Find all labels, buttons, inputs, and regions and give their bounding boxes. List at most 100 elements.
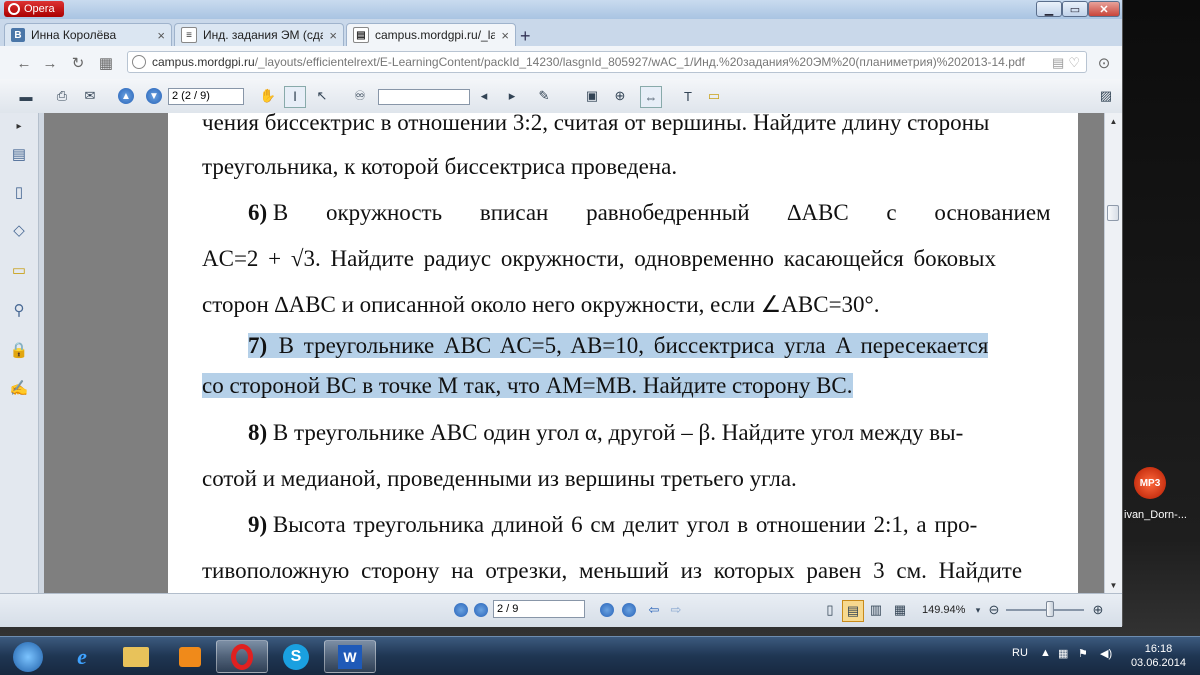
heart-icon[interactable]: ♡ xyxy=(1068,55,1080,71)
mp3-file-icon[interactable]: MP3 xyxy=(1134,467,1166,499)
address-bar[interactable]: campus.mordgpi.ru/_layouts/efficientelre… xyxy=(127,51,1087,73)
text-line: чения биссектрис в отношении 3:2, считая… xyxy=(202,113,1047,146)
page-number-input[interactable]: 2 (2 / 9) xyxy=(168,88,244,105)
zoom-slider-thumb[interactable] xyxy=(1046,601,1054,617)
taskbar-media-player[interactable] xyxy=(164,640,216,673)
text-line: AC=2 + √3. Найдите радиус окружности, од… xyxy=(202,236,1047,282)
scrollbar-thumb[interactable] xyxy=(1107,205,1119,221)
attachments-panel-icon[interactable]: ⚲ xyxy=(8,299,30,321)
find-input[interactable] xyxy=(378,89,470,105)
minimize-button[interactable]: ▁ xyxy=(1036,1,1062,17)
site-info-icon[interactable] xyxy=(132,55,146,69)
close-tab-icon[interactable]: × xyxy=(329,28,337,43)
zoom-in-icon[interactable]: ⊕ xyxy=(1088,600,1108,620)
single-page-view-icon[interactable]: ▯ xyxy=(820,600,840,620)
network-icon[interactable]: ▦ xyxy=(1058,647,1068,660)
close-tab-icon[interactable]: × xyxy=(501,28,509,43)
scroll-up-icon[interactable]: ▲ xyxy=(1105,113,1122,129)
document-view[interactable]: чения биссектрис в отношении 3:2, считая… xyxy=(44,113,1104,593)
facing-view-icon[interactable]: ▥ xyxy=(866,600,886,620)
opera-menu-button[interactable]: Opera xyxy=(4,1,64,17)
line-text: Высота треугольника длиной 6 см делит уг… xyxy=(272,512,978,537)
minimize-icon: ▁ xyxy=(1044,3,1054,16)
highlight-button[interactable]: ✎ xyxy=(534,86,554,106)
email-button[interactable]: ✉ xyxy=(80,86,100,106)
line-text: сотой и медианой, проведенными из вершин… xyxy=(202,466,797,491)
speed-dial-button[interactable]: ▦ xyxy=(96,53,116,73)
volume-icon[interactable]: ◀) xyxy=(1100,647,1112,660)
continuous-facing-view-icon[interactable]: ▦ xyxy=(890,600,910,620)
zoom-out-icon[interactable]: ⊖ xyxy=(984,600,1004,620)
find-button[interactable]: ♾ xyxy=(350,86,370,106)
language-indicator[interactable]: RU xyxy=(1012,647,1028,659)
note-button[interactable]: ▭ xyxy=(704,86,724,106)
taskbar-explorer[interactable] xyxy=(110,640,162,673)
note-icon: ▭ xyxy=(707,88,721,103)
actual-size-icon: ▣ xyxy=(585,88,599,103)
downloads-button[interactable]: ⊙ xyxy=(1094,53,1114,73)
select-tool-button[interactable]: ↖ xyxy=(312,86,332,106)
tab-vk[interactable]: В Инна Королёва × xyxy=(4,23,172,46)
find-previous-button[interactable]: ◂ xyxy=(474,86,494,106)
taskbar-opera[interactable] xyxy=(216,640,268,673)
image-icon: ▨ xyxy=(1099,88,1113,103)
show-hidden-icons-icon[interactable]: ▲ xyxy=(1040,647,1051,659)
go-back-icon[interactable]: ⇦ xyxy=(644,600,664,620)
line-text: сторон ∆ABC и описанной около него окруж… xyxy=(202,292,880,317)
signatures-panel-icon[interactable]: ✍ xyxy=(8,377,30,399)
last-page-icon[interactable] xyxy=(622,603,636,617)
new-tab-button[interactable]: + xyxy=(520,26,531,47)
system-clock[interactable]: 16:18 03.06.2014 xyxy=(1131,642,1186,670)
reload-button[interactable]: ↻ xyxy=(68,53,88,73)
status-page-input[interactable]: 2 / 9 xyxy=(493,600,585,618)
fit-page-button[interactable]: ⊕ xyxy=(610,86,630,106)
cursor-icon: ↖ xyxy=(316,88,328,103)
close-window-button[interactable]: ✕ xyxy=(1088,1,1120,17)
previous-page-button[interactable]: ▲ xyxy=(118,88,134,104)
print-button[interactable]: ⎙ xyxy=(52,86,72,106)
save-icon: ▬ xyxy=(19,88,33,104)
taskbar-internet-explorer[interactable]: e xyxy=(56,640,108,673)
expand-sidebar-icon[interactable]: ▸ xyxy=(8,115,30,137)
zoom-slider[interactable] xyxy=(1006,609,1084,611)
back-button[interactable]: ← xyxy=(14,53,34,73)
zoom-level[interactable]: 149.94% xyxy=(922,604,965,616)
save-button[interactable]: ▬ xyxy=(16,86,36,106)
fit-width-button[interactable]: ⇔ xyxy=(640,86,662,108)
vertical-scrollbar[interactable]: ▲ ▼ xyxy=(1104,113,1122,593)
select-text-button[interactable]: Ⅰ xyxy=(284,86,306,108)
previous-page-icon[interactable] xyxy=(474,603,488,617)
mp3-file-label[interactable]: ivan_Dorn-... xyxy=(1124,509,1187,521)
forward-button[interactable]: → xyxy=(40,53,60,73)
taskbar-skype[interactable]: S xyxy=(270,640,322,673)
clock-date: 03.06.2014 xyxy=(1130,657,1186,669)
start-button[interactable] xyxy=(2,640,54,673)
problem-8-heading: 8) В треугольнике ABC один угол α, друго… xyxy=(202,410,1047,456)
image-button[interactable]: ▨ xyxy=(1096,86,1116,106)
actual-size-button[interactable]: ▣ xyxy=(582,86,602,106)
scroll-down-icon[interactable]: ▼ xyxy=(1105,577,1122,593)
arrow-down-icon: ▼ xyxy=(149,90,159,102)
comments-panel-icon[interactable]: ▭ xyxy=(8,259,30,281)
first-page-icon[interactable] xyxy=(454,603,468,617)
typewriter-button[interactable]: T xyxy=(678,86,698,106)
pages-panel-icon[interactable]: ▤ xyxy=(8,143,30,165)
next-page-button[interactable]: ▼ xyxy=(146,88,162,104)
close-tab-icon[interactable]: × xyxy=(157,28,165,43)
security-panel-icon[interactable]: 🔒 xyxy=(8,339,30,361)
layers-panel-icon[interactable]: ◇ xyxy=(8,219,30,241)
media-player-icon xyxy=(179,646,201,667)
next-page-icon[interactable] xyxy=(600,603,614,617)
go-forward-icon[interactable]: ⇨ xyxy=(666,600,686,620)
hand-tool-button[interactable]: ✋ xyxy=(258,86,278,106)
maximize-button[interactable]: ▭ xyxy=(1062,1,1088,17)
taskbar: e S W RU ▲ ▦ ⚑ ◀) 16:18 03.06.2014 xyxy=(0,636,1200,675)
document-panel-icon[interactable]: ▯ xyxy=(8,181,30,203)
tab-assignments[interactable]: ≡ Инд. задания ЭМ (сдаем В × xyxy=(174,23,344,46)
taskbar-word[interactable]: W xyxy=(324,640,376,673)
tab-campus-pdf[interactable]: ▤ campus.mordgpi.ru/_layo × xyxy=(346,23,516,46)
flag-icon[interactable]: ⚑ xyxy=(1078,647,1088,660)
rss-icon[interactable]: ▤ xyxy=(1052,55,1064,71)
continuous-view-icon[interactable]: ▤ xyxy=(842,600,864,622)
find-next-button[interactable]: ▸ xyxy=(502,86,522,106)
